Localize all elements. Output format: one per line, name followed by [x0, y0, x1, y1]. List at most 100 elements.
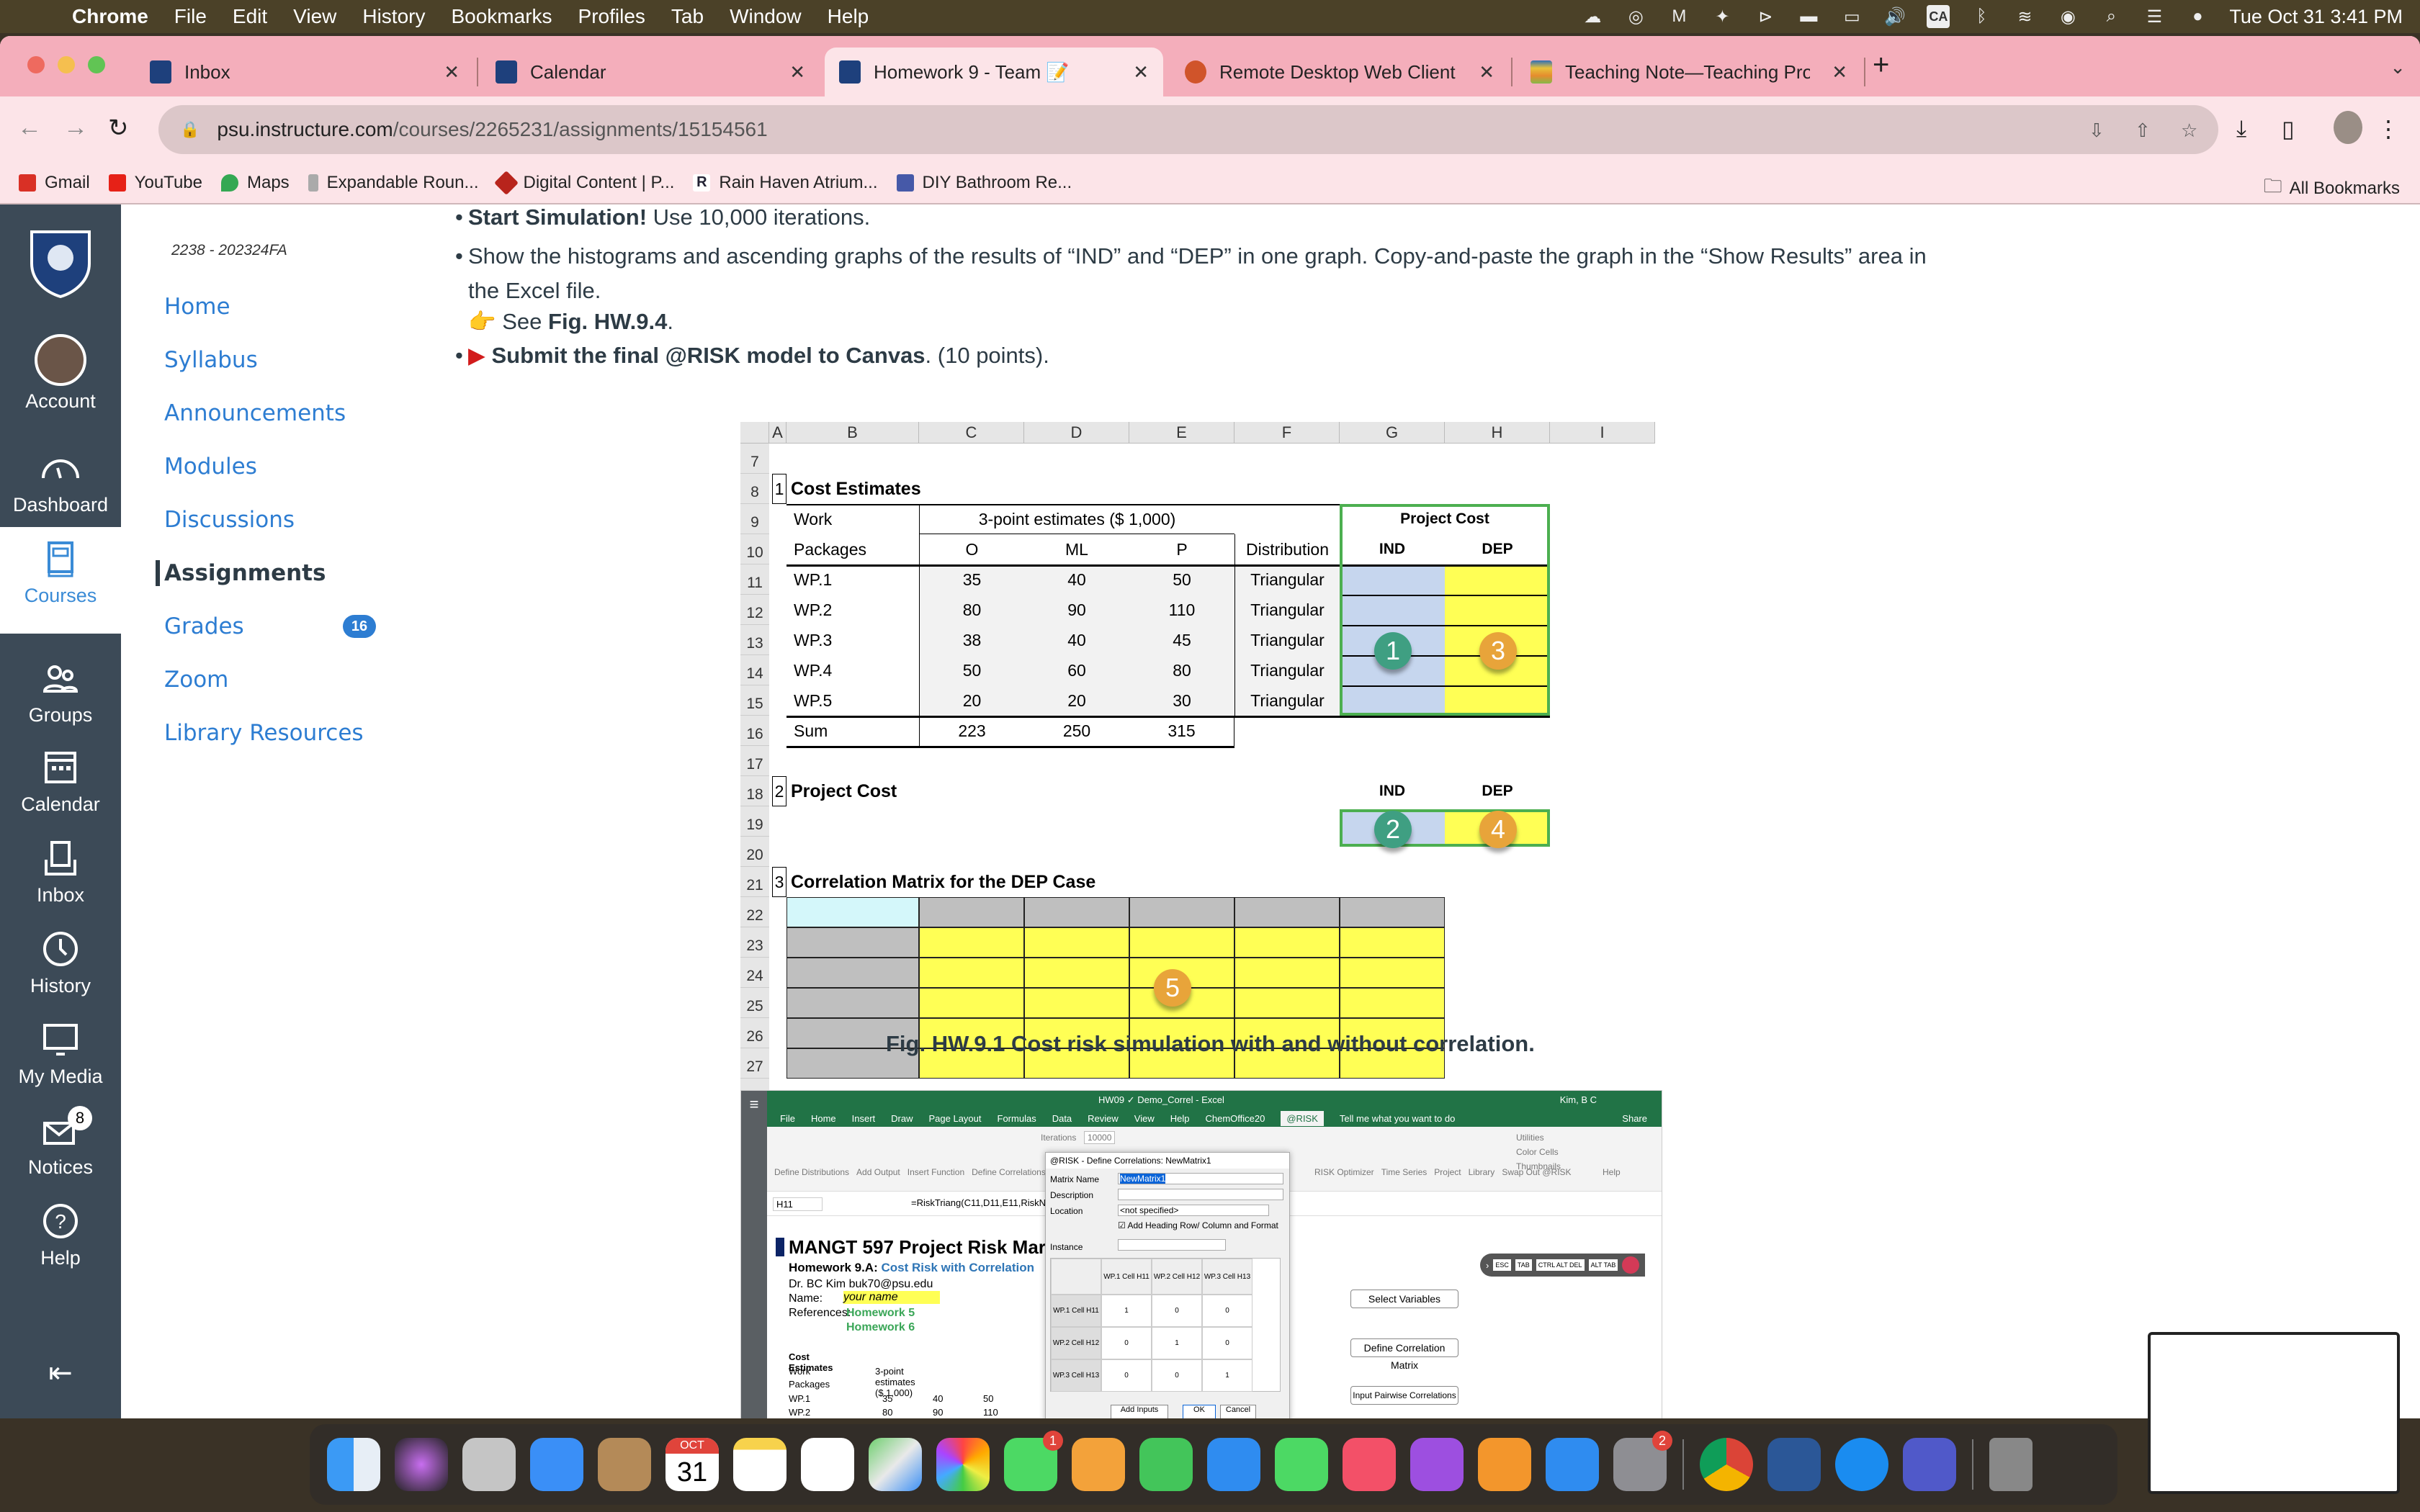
- dock-mail[interactable]: [530, 1438, 583, 1491]
- dock-podcasts[interactable]: [1410, 1438, 1464, 1491]
- menu-tab[interactable]: Tab: [671, 5, 704, 28]
- close-window-button[interactable]: [27, 56, 45, 73]
- bookmark-maps[interactable]: Maps: [220, 173, 290, 193]
- bluetooth-icon[interactable]: ᛒ: [1970, 5, 1993, 28]
- battery-icon[interactable]: ▭: [1840, 5, 1863, 28]
- dock-keynote[interactable]: [1207, 1438, 1260, 1491]
- course-nav-library-resources[interactable]: Library Resources: [164, 720, 364, 746]
- dock-numbers[interactable]: [1139, 1438, 1193, 1491]
- tab-search-chevron-icon[interactable]: ⌄: [2390, 56, 2406, 78]
- bed-icon[interactable]: ▬: [1797, 5, 1820, 28]
- menu-history[interactable]: History: [362, 5, 425, 28]
- psu-logo[interactable]: [0, 226, 121, 302]
- malwarebytes-icon[interactable]: M: [1667, 5, 1690, 28]
- input-source-icon[interactable]: CA: [1927, 5, 1950, 28]
- global-nav-account[interactable]: Account: [0, 334, 121, 413]
- wifi-icon[interactable]: ≋: [2013, 5, 2036, 28]
- menu-window[interactable]: Window: [730, 5, 802, 28]
- tab-homework-9[interactable]: Homework 9 - Team 📝 ✕: [825, 48, 1163, 96]
- dock-siri[interactable]: [395, 1438, 448, 1491]
- dock-safari[interactable]: [1835, 1438, 1888, 1491]
- creative-cloud-icon[interactable]: ☁: [1581, 5, 1604, 28]
- minimize-window-button[interactable]: [58, 56, 75, 73]
- dropbox-icon[interactable]: ✦: [1711, 5, 1734, 28]
- tab-inbox[interactable]: Inbox ✕: [135, 48, 474, 96]
- menu-view[interactable]: View: [293, 5, 336, 28]
- global-nav-dashboard[interactable]: Dashboard: [0, 446, 121, 516]
- grammarly-icon[interactable]: ◎: [1624, 5, 1647, 28]
- bookmark-rain-haven[interactable]: R Rain Haven Atrium...: [693, 173, 878, 193]
- chrome-menu-icon[interactable]: ⋮: [2377, 115, 2400, 143]
- play-icon[interactable]: ⊳: [1754, 5, 1777, 28]
- global-nav-courses[interactable]: Courses: [0, 527, 121, 634]
- dock-app-store[interactable]: [1546, 1438, 1599, 1491]
- dock-contacts[interactable]: [598, 1438, 651, 1491]
- dock-notes[interactable]: [733, 1438, 786, 1491]
- install-app-icon[interactable]: ⇩: [2089, 120, 2105, 142]
- dock-messages[interactable]: 1: [1004, 1431, 1063, 1491]
- global-nav-inbox[interactable]: Inbox: [0, 837, 121, 906]
- lock-icon[interactable]: 🔒: [180, 120, 200, 139]
- search-icon[interactable]: ⌕: [2099, 5, 2123, 28]
- dock-launchpad[interactable]: [462, 1438, 516, 1491]
- tab-calendar[interactable]: Calendar ✕: [481, 48, 820, 96]
- side-panel-icon[interactable]: ▯: [2282, 115, 2295, 143]
- bookmark-expandable[interactable]: Expandable Roun...: [308, 173, 479, 193]
- dock-maps[interactable]: [869, 1438, 922, 1491]
- address-bar[interactable]: 🔒 psu.instructure.com/courses/2265231/as…: [158, 105, 2218, 154]
- close-tab-icon[interactable]: ✕: [789, 61, 805, 84]
- menu-profiles[interactable]: Profiles: [578, 5, 645, 28]
- control-center-icon[interactable]: ☰: [2143, 5, 2166, 28]
- course-nav-zoom[interactable]: Zoom: [164, 667, 228, 693]
- profile-avatar[interactable]: [2334, 111, 2362, 144]
- bookmark-star-icon[interactable]: ☆: [2181, 120, 2197, 142]
- menu-file[interactable]: File: [174, 5, 207, 28]
- dock-teams[interactable]: [1903, 1438, 1956, 1491]
- dock-facetime[interactable]: [1275, 1438, 1328, 1491]
- screenshot-thumbnail-preview[interactable]: [2148, 1332, 2400, 1494]
- dock-word[interactable]: [1767, 1438, 1821, 1491]
- forward-button[interactable]: →: [63, 114, 88, 142]
- bookmark-digital-content[interactable]: Digital Content | P...: [493, 171, 674, 195]
- global-nav-history[interactable]: History: [0, 927, 121, 997]
- clock[interactable]: Tue Oct 31 3:41 PM: [2229, 6, 2403, 28]
- bookmark-gmail[interactable]: Gmail: [19, 173, 90, 193]
- bookmark-youtube[interactable]: YouTube: [108, 173, 202, 193]
- all-bookmarks-button[interactable]: 🗀 All Bookmarks: [2264, 173, 2400, 204]
- course-nav-assignments[interactable]: Assignments: [156, 560, 326, 586]
- global-nav-calendar[interactable]: Calendar: [0, 746, 121, 816]
- dock-trash[interactable]: [1989, 1438, 2033, 1491]
- user-icon[interactable]: ◉: [2056, 5, 2079, 28]
- dock-chrome[interactable]: [1700, 1438, 1753, 1491]
- global-nav-help[interactable]: ? Help: [0, 1200, 121, 1269]
- maximize-window-button[interactable]: [88, 56, 105, 73]
- global-nav-groups[interactable]: Groups: [0, 657, 121, 726]
- close-tab-icon[interactable]: ✕: [1133, 61, 1149, 84]
- volume-icon[interactable]: 🔊: [1883, 5, 1906, 28]
- dock-books[interactable]: [1478, 1438, 1531, 1491]
- tab-remote-desktop[interactable]: Remote Desktop Web Client ✕: [1170, 48, 1509, 96]
- course-nav-home[interactable]: Home: [164, 294, 230, 320]
- menu-app-name[interactable]: Chrome: [72, 5, 148, 28]
- global-nav-notices[interactable]: 8 Notices: [0, 1106, 121, 1179]
- dock-pages[interactable]: [1072, 1438, 1125, 1491]
- course-nav-syllabus[interactable]: Syllabus: [164, 347, 258, 373]
- tab-teaching-note[interactable]: Teaching Note—Teaching Proje ✕: [1516, 48, 1862, 96]
- new-tab-button[interactable]: +: [1873, 49, 1889, 81]
- course-nav-discussions[interactable]: Discussions: [164, 507, 295, 533]
- dock-system-settings[interactable]: 2: [1613, 1431, 1672, 1491]
- menu-bookmarks[interactable]: Bookmarks: [451, 5, 552, 28]
- siri-icon[interactable]: ●: [2186, 5, 2209, 28]
- back-button[interactable]: ←: [17, 114, 42, 142]
- course-nav-grades[interactable]: Grades: [164, 613, 244, 639]
- dock-calendar[interactable]: OCT 31: [666, 1438, 719, 1491]
- global-nav-my-media[interactable]: My Media: [0, 1018, 121, 1088]
- collapse-nav-button[interactable]: ⇤: [0, 1356, 121, 1390]
- reload-button[interactable]: ↻: [108, 114, 129, 143]
- share-icon[interactable]: ⇧: [2135, 120, 2151, 142]
- downloads-icon[interactable]: ⤓: [2236, 115, 2246, 143]
- close-tab-icon[interactable]: ✕: [444, 61, 460, 84]
- dock-finder[interactable]: [327, 1438, 380, 1491]
- dock-reminders[interactable]: [801, 1438, 854, 1491]
- close-tab-icon[interactable]: ✕: [1479, 61, 1494, 84]
